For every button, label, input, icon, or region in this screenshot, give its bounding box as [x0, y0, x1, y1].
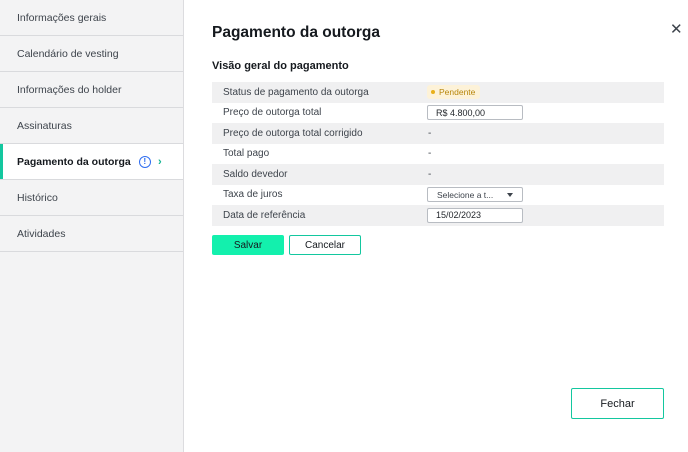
total-price-input[interactable]	[427, 105, 523, 121]
reference-date-input[interactable]	[427, 207, 523, 223]
interest-rate-select[interactable]: Selecione a t...	[427, 187, 523, 203]
table-row: Status de pagamento da outorga Pendente	[212, 82, 664, 103]
sidebar-item-label: Pagamento da outorga	[17, 155, 131, 168]
sidebar-item-label: Informações do holder	[17, 83, 122, 96]
total-paid-value: -	[428, 148, 432, 160]
row-label: Data de referência	[223, 209, 306, 221]
table-row: Preço de outorga total	[212, 103, 664, 124]
sidebar-item-label: Calendário de vesting	[17, 47, 119, 60]
sidebar-item-pagamento-da-outorga[interactable]: Pagamento da outorga ! ›	[0, 144, 183, 180]
sidebar-item-assinaturas[interactable]: Assinaturas	[0, 108, 183, 144]
sidebar-item-atividades[interactable]: Atividades	[0, 216, 183, 252]
row-label: Total pago	[223, 148, 270, 160]
close-button[interactable]: Fechar	[571, 388, 664, 419]
sidebar-item-label: Assinaturas	[17, 119, 72, 132]
balance-value: -	[428, 168, 432, 180]
table-row: Saldo devedor -	[212, 164, 664, 185]
row-label: Taxa de juros	[223, 189, 283, 201]
row-label: Preço de outorga total corrigido	[223, 127, 363, 139]
close-icon[interactable]: ✕	[670, 22, 683, 37]
table-row: Taxa de juros Selecione a t...	[212, 185, 664, 206]
caret-down-icon	[507, 192, 513, 197]
sidebar-item-label: Histórico	[17, 191, 58, 204]
status-badge-label: Pendente	[439, 87, 476, 98]
section-title: Visão geral do pagamento	[212, 60, 349, 72]
sidebar-item-calendario-de-vesting[interactable]: Calendário de vesting	[0, 36, 183, 72]
chevron-right-icon: ›	[158, 155, 162, 168]
sidebar-item-informacoes-do-holder[interactable]: Informações do holder	[0, 72, 183, 108]
sidebar-item-informacoes-gerais[interactable]: Informações gerais	[0, 0, 183, 36]
info-icon: !	[138, 155, 151, 168]
row-label: Preço de outorga total	[223, 107, 322, 119]
table-row: Preço de outorga total corrigido -	[212, 123, 664, 144]
sidebar-item-historico[interactable]: Histórico	[0, 180, 183, 216]
row-label: Status de pagamento da outorga	[223, 86, 369, 98]
save-button[interactable]: Salvar	[212, 235, 284, 255]
payment-overview-table: Status de pagamento da outorga Pendente …	[212, 82, 664, 226]
page-title: Pagamento da outorga	[212, 24, 380, 41]
row-label: Saldo devedor	[223, 168, 288, 180]
table-row: Total pago -	[212, 144, 664, 165]
sidebar: Informações gerais Calendário de vesting…	[0, 0, 184, 452]
corrected-price-value: -	[428, 127, 432, 139]
cancel-button[interactable]: Cancelar	[289, 235, 361, 255]
sidebar-item-label: Atividades	[17, 227, 66, 240]
status-badge: Pendente	[427, 85, 481, 100]
table-row: Data de referência	[212, 205, 664, 226]
interest-rate-select-value: Selecione a t...	[437, 189, 494, 200]
status-dot-icon	[431, 90, 435, 95]
sidebar-item-label: Informações gerais	[17, 11, 107, 24]
